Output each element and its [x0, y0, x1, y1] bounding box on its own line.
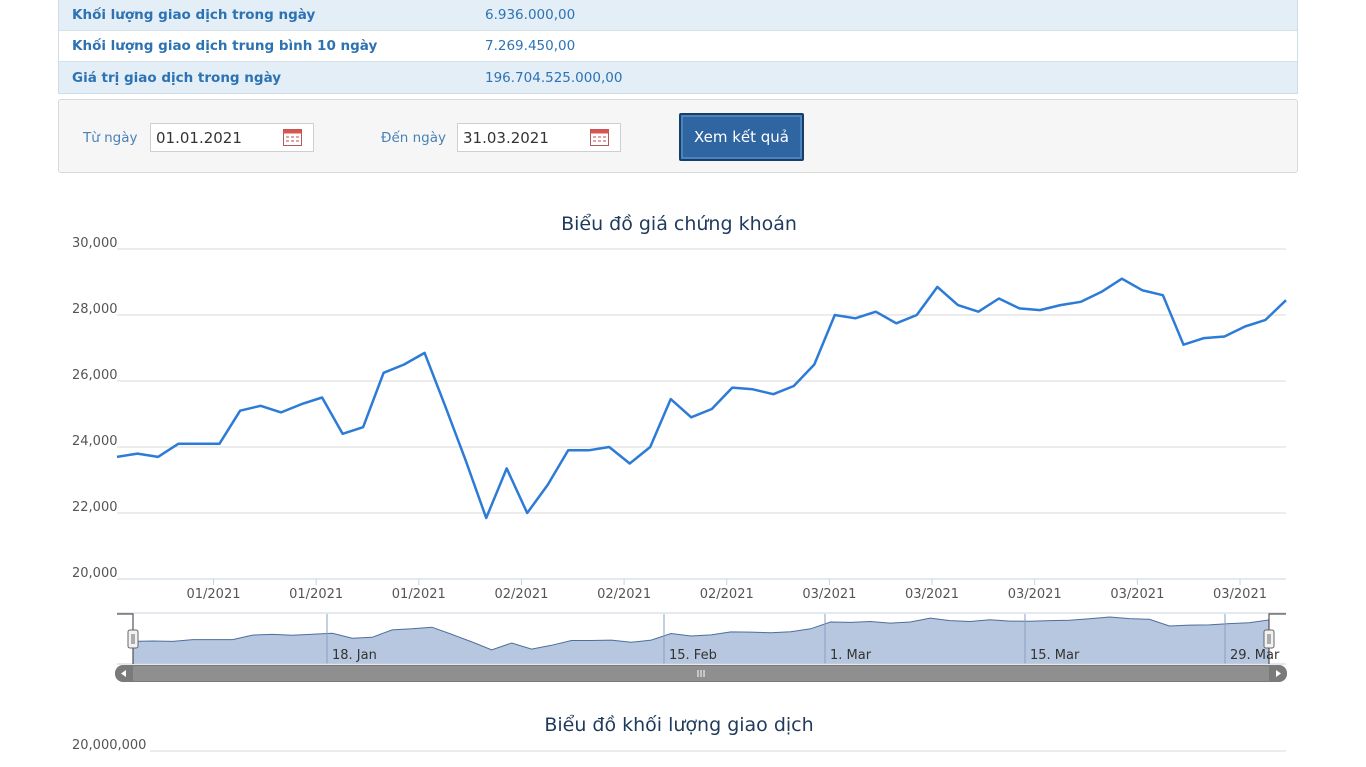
navigator-right-handle[interactable] — [1263, 629, 1275, 649]
x-tick-label: 03/2021 — [802, 587, 856, 602]
to-date-input[interactable]: 31.03.2021 — [457, 123, 621, 152]
stat-label: Khối lượng giao dịch trung bình 10 ngày — [72, 38, 378, 54]
y-tick-label: 24,000 — [72, 434, 118, 449]
range-navigator: 18. Jan 15. Feb 1. Mar 15. Mar 29. Mar — [117, 612, 1286, 665]
navigator-right-outline — [1268, 613, 1286, 664]
x-tick-label: 03/2021 — [1213, 587, 1267, 602]
price-series-line — [116, 277, 1287, 520]
volume-chart-title: Biểu đồ khối lượng giao dịch — [544, 714, 813, 736]
y-tick-label: 22,000 — [72, 500, 118, 515]
navigator-series-area — [132, 616, 1270, 665]
stats-row: Giá trị giao dịch trong ngày 196.704.525… — [59, 62, 1297, 93]
navigator-tick-label: 15. Mar — [1030, 648, 1080, 663]
stat-label: Khối lượng giao dịch trong ngày — [72, 7, 316, 23]
volume-y-tick-label: 20,000,000 — [72, 738, 146, 753]
date-filter-panel: Từ ngày 01.01.2021 Đến ngày 31.03.2021 X… — [58, 99, 1298, 173]
from-date-input[interactable]: 01.01.2021 — [150, 123, 314, 152]
stat-label: Giá trị giao dịch trong ngày — [72, 69, 282, 86]
stats-row: Khối lượng giao dịch trong ngày 6.936.00… — [59, 0, 1297, 31]
navigator-left-handle[interactable] — [127, 629, 139, 649]
x-tick-label: 01/2021 — [392, 587, 446, 602]
x-tick-label: 03/2021 — [905, 587, 959, 602]
x-tick-label: 02/2021 — [494, 587, 548, 602]
navigator-scrollbar[interactable] — [115, 665, 1287, 682]
stats-row: Khối lượng giao dịch trung bình 10 ngày … — [59, 31, 1297, 62]
navigator-left-outline — [117, 613, 134, 664]
x-tick-label: 03/2021 — [1008, 587, 1062, 602]
navigator-tick-label: 29. Mar — [1230, 648, 1280, 663]
navigator-tick-label: 15. Feb — [669, 648, 717, 663]
calendar-icon[interactable] — [283, 128, 302, 146]
x-tick-label: 02/2021 — [700, 587, 754, 602]
stat-value: 196.704.525.000,00 — [485, 69, 623, 86]
from-date-value: 01.01.2021 — [156, 129, 242, 147]
calendar-icon[interactable] — [590, 128, 609, 146]
x-tick-label: 01/2021 — [289, 587, 343, 602]
y-tick-label: 30,000 — [72, 236, 118, 251]
x-tick-label: 01/2021 — [186, 587, 240, 602]
y-tick-label: 28,000 — [72, 302, 118, 317]
x-tick-label: 02/2021 — [597, 587, 651, 602]
navigator-tick-label: 1. Mar — [830, 648, 872, 663]
x-tick-label: 03/2021 — [1110, 587, 1164, 602]
view-results-button[interactable]: Xem kết quả — [679, 113, 804, 161]
chart-title: Biểu đồ giá chứng khoán — [561, 213, 797, 235]
scroll-right-arrow-icon[interactable] — [1271, 666, 1285, 681]
stats-table: Khối lượng giao dịch trong ngày 6.936.00… — [58, 0, 1298, 94]
scrollbar-grip-icon[interactable] — [697, 670, 705, 677]
stat-value: 7.269.450,00 — [485, 38, 576, 54]
y-tick-label: 26,000 — [72, 368, 118, 383]
stat-value: 6.936.000,00 — [485, 7, 576, 23]
y-tick-label: 20,000 — [72, 566, 118, 581]
to-date-value: 31.03.2021 — [463, 129, 549, 147]
from-date-label: Từ ngày — [83, 130, 138, 146]
navigator-tick-label: 18. Jan — [332, 648, 377, 663]
to-date-label: Đến ngày — [381, 130, 447, 146]
scroll-left-arrow-icon[interactable] — [117, 666, 131, 681]
